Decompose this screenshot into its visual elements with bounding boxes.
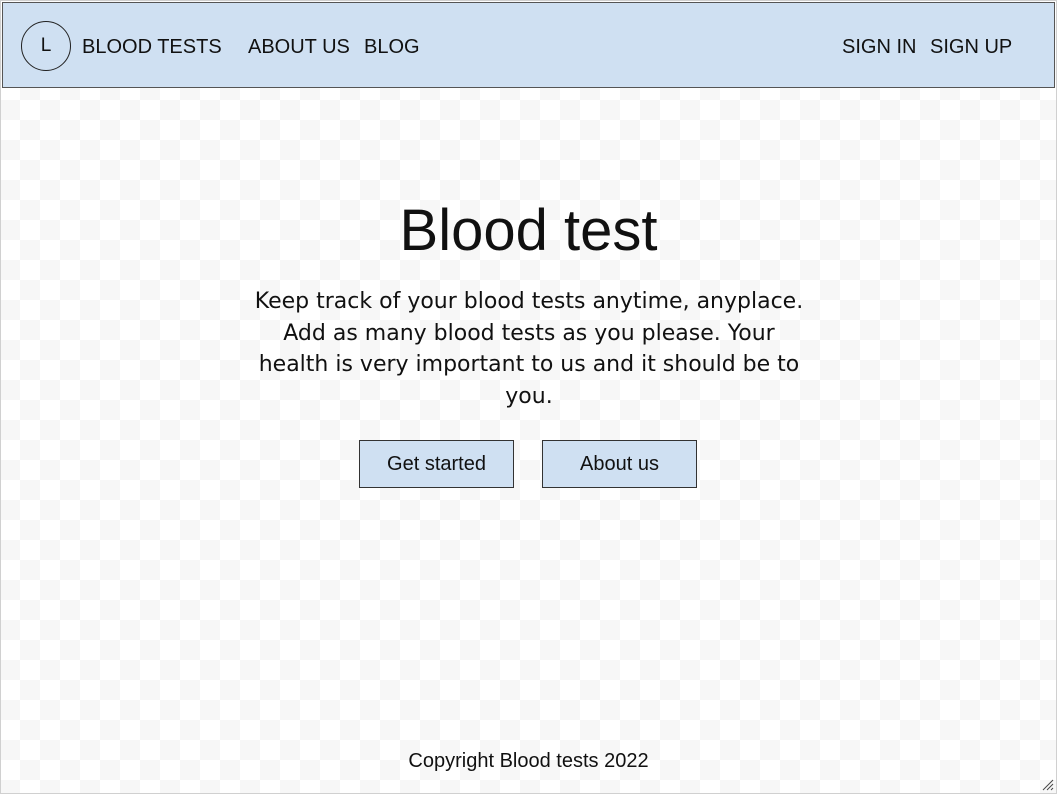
resize-grip-icon[interactable] — [1041, 778, 1054, 791]
get-started-button[interactable]: Get started — [359, 440, 514, 488]
logo[interactable]: L — [21, 21, 71, 71]
footer-copyright: Copyright Blood tests 2022 — [408, 750, 649, 772]
about-us-button[interactable]: About us — [542, 440, 697, 488]
sign-up-link[interactable]: SIGN UP — [930, 35, 1012, 59]
navbar: L BLOOD TESTS ABOUT US BLOG SIGN IN SIGN… — [2, 2, 1055, 88]
hero-description: Keep track of your blood tests anytime, … — [254, 289, 804, 409]
hero-title: Blood test — [399, 198, 658, 263]
nav-link-about-us[interactable]: ABOUT US — [248, 35, 350, 59]
sign-in-link[interactable]: SIGN IN — [842, 35, 916, 59]
logo-letter: L — [40, 35, 52, 56]
nav-brand-link[interactable]: BLOOD TESTS — [82, 35, 222, 59]
nav-link-blog[interactable]: BLOG — [364, 35, 420, 59]
